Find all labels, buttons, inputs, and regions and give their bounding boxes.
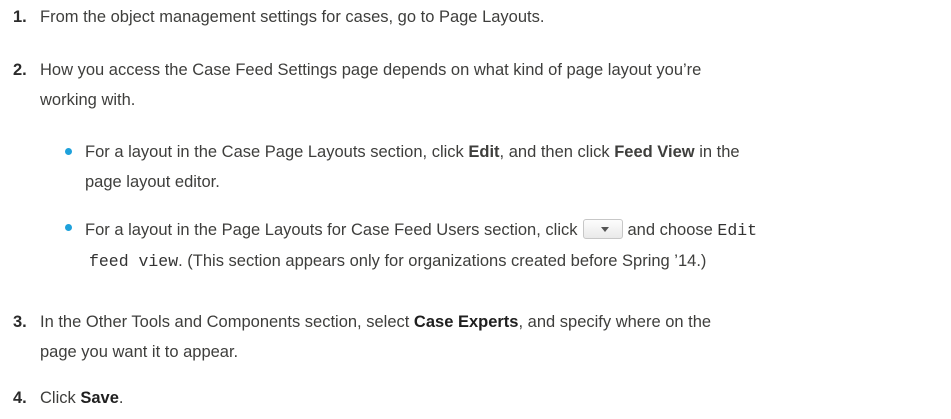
bullet-text: and choose	[627, 221, 713, 239]
bullet-text: For a layout in the Page Layouts for Cas…	[85, 221, 578, 239]
bullet-text: , and then click	[499, 143, 615, 161]
feed-view-label: Feed View	[614, 143, 695, 161]
step-number: 3.	[13, 313, 27, 331]
dropdown-menu-button-icon[interactable]	[582, 219, 623, 240]
step-text: Click Save.	[40, 389, 940, 408]
step-number: 2.	[13, 61, 27, 79]
step-text: In the Other Tools and Components sectio…	[40, 313, 940, 362]
step-text-line: How you access the Case Feed Settings pa…	[40, 61, 702, 79]
edit-label: Edit	[468, 143, 500, 161]
save-label: Save	[80, 389, 119, 407]
step-text-part: .	[118, 389, 124, 407]
step-text-line: In the Other Tools and Components sectio…	[40, 313, 940, 332]
step-number: 1.	[13, 8, 27, 26]
step-text-part: In the Other Tools and Components sectio…	[40, 313, 414, 331]
step-text: How you access the Case Feed Settings pa…	[40, 61, 940, 110]
bullet-item: For a layout in the Page Layouts for Cas…	[85, 215, 945, 277]
bullet-item: For a layout in the Case Page Layouts se…	[85, 137, 945, 197]
case-experts-label: Case Experts	[413, 313, 519, 331]
bullet-text-line: page layout editor.	[85, 173, 220, 191]
bullet-text-line: For a layout in the Page Layouts for Cas…	[85, 215, 945, 246]
step-number: 4.	[13, 389, 27, 407]
code-text: Edit	[717, 221, 758, 240]
bullet-text-line: For a layout in the Case Page Layouts se…	[85, 137, 945, 167]
step-text-line: working with.	[40, 91, 136, 109]
chevron-down-icon	[600, 227, 609, 233]
bullet-text: For a layout in the Case Page Layouts se…	[85, 143, 469, 161]
bullet-text-line: feed view. (This section appears only fo…	[85, 246, 945, 277]
bullet-icon	[65, 148, 72, 155]
code-text: feed view	[89, 252, 179, 271]
step-text-part: , and specify where on the	[518, 313, 712, 331]
step-text: From the object management settings for …	[40, 8, 545, 26]
bullet-text: in the	[694, 143, 740, 161]
instructions-document: 1. From the object management settings f…	[0, 0, 951, 419]
step-text-line: page you want it to appear.	[40, 343, 239, 361]
bullet-text: . (This section appears only for organiz…	[178, 252, 707, 270]
bullet-icon	[65, 224, 72, 231]
step-text-part: Click	[40, 389, 81, 407]
